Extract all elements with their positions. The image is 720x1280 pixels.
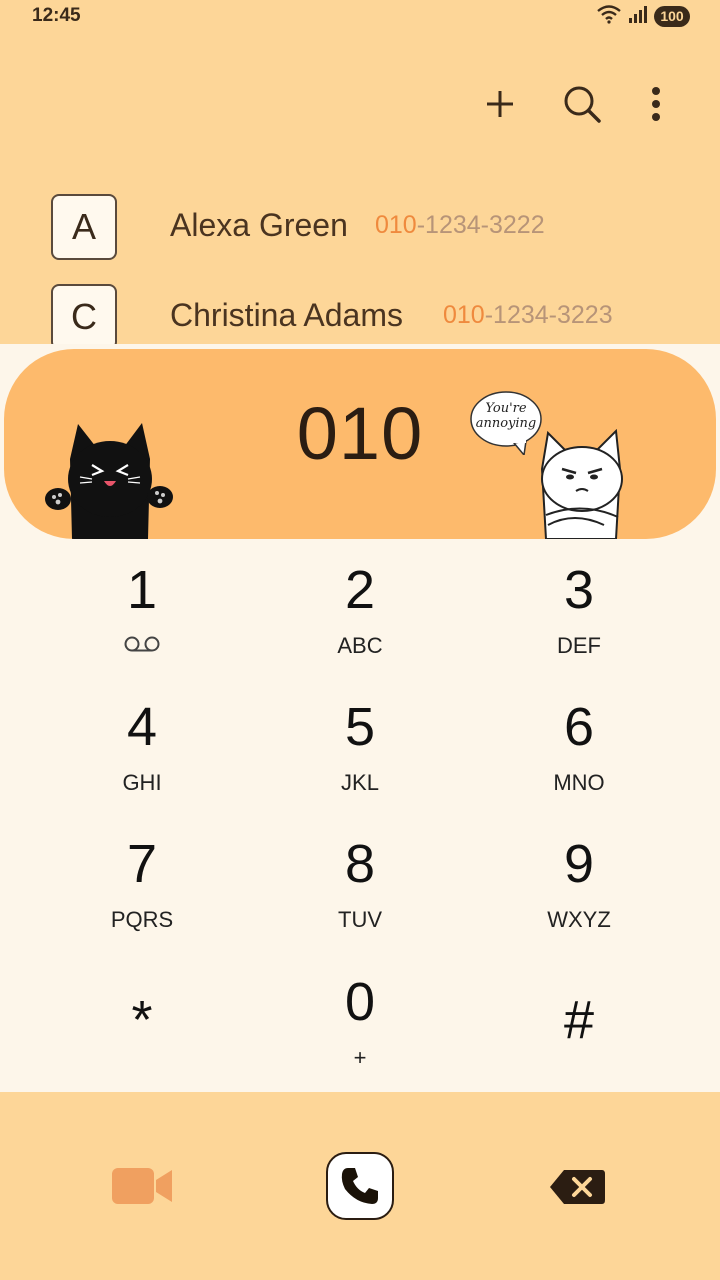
- status-bar: 12:45 100: [0, 0, 720, 34]
- key-digit: 9: [563, 834, 595, 894]
- key-letters: +: [353, 1045, 367, 1070]
- key-letters: JKL: [341, 770, 379, 795]
- contact-name: Christina Adams: [170, 297, 403, 333]
- number-match: 010: [443, 301, 485, 329]
- contact-name: Alexa Green: [170, 207, 348, 243]
- key-digit: 4: [126, 697, 158, 757]
- key-digit: #: [563, 990, 595, 1050]
- dial-key-0[interactable]: 0 +: [260, 972, 460, 1092]
- dial-key-1[interactable]: 1: [42, 560, 242, 680]
- speech-bubble-text: You're annoying: [474, 401, 538, 431]
- search-icon: [564, 86, 601, 123]
- key-digit: *: [131, 990, 153, 1050]
- video-call-button[interactable]: [110, 1162, 174, 1210]
- key-letters: MNO: [553, 770, 605, 795]
- battery-indicator: 100: [654, 5, 690, 27]
- dialed-number-banner: 010 You're annoying: [4, 349, 716, 539]
- key-digit: 5: [344, 697, 376, 757]
- contact-number: 010-1234-3222: [375, 211, 545, 240]
- wifi-icon: [596, 4, 622, 29]
- search-button[interactable]: [560, 82, 604, 126]
- key-letters: ABC: [337, 633, 383, 658]
- dial-key-5[interactable]: 5 JKL: [260, 697, 460, 817]
- key-letters: WXYZ: [547, 907, 611, 932]
- key-digit: 0: [344, 972, 376, 1032]
- white-cat-illustration: [540, 429, 623, 539]
- more-options-button[interactable]: [634, 82, 678, 126]
- video-call-icon: [112, 1168, 172, 1204]
- key-digit: 7: [126, 834, 158, 894]
- dial-key-2[interactable]: 2 ABC: [260, 560, 460, 680]
- status-time: 12:45: [32, 5, 81, 26]
- backspace-icon: [550, 1170, 605, 1204]
- add-contact-button[interactable]: [478, 82, 522, 126]
- contact-row-alexa-green[interactable]: A Alexa Green 010-1234-3222: [0, 187, 720, 267]
- signal-icon: [628, 5, 648, 28]
- call-button[interactable]: [326, 1152, 394, 1220]
- contact-index-letter: A: [51, 194, 117, 260]
- dial-key-6[interactable]: 6 MNO: [479, 697, 679, 817]
- dial-key-4[interactable]: 4 GHI: [42, 697, 242, 817]
- contact-number: 010-1234-3223: [443, 301, 613, 330]
- more-vertical-icon: [652, 87, 660, 121]
- dial-key-3[interactable]: 3 DEF: [479, 560, 679, 680]
- backspace-button[interactable]: [548, 1168, 606, 1206]
- speech-line: annoying: [475, 416, 537, 431]
- key-digit: 6: [563, 697, 595, 757]
- dial-key-8[interactable]: 8 TUV: [260, 834, 460, 954]
- plus-icon: [487, 91, 513, 117]
- key-digit: 1: [126, 560, 158, 620]
- key-digit: 3: [563, 560, 595, 620]
- key-digit: 2: [344, 560, 376, 620]
- dial-key-7[interactable]: 7 PQRS: [42, 834, 242, 954]
- dial-key-9[interactable]: 9 WXYZ: [479, 834, 679, 954]
- voicemail-icon: [42, 634, 242, 658]
- number-rest: -1234-3222: [416, 211, 545, 239]
- speech-line: You're: [485, 401, 527, 416]
- key-letters: GHI: [122, 770, 162, 795]
- contact-index-letter: C: [51, 284, 117, 350]
- key-letters: DEF: [557, 633, 601, 658]
- phone-icon: [341, 1168, 378, 1204]
- number-match: 010: [375, 211, 417, 239]
- key-letters: PQRS: [110, 907, 174, 932]
- status-icons: 100: [596, 4, 690, 29]
- number-rest: -1234-3223: [484, 301, 613, 329]
- key-letters: TUV: [338, 907, 382, 932]
- key-digit: 8: [344, 834, 376, 894]
